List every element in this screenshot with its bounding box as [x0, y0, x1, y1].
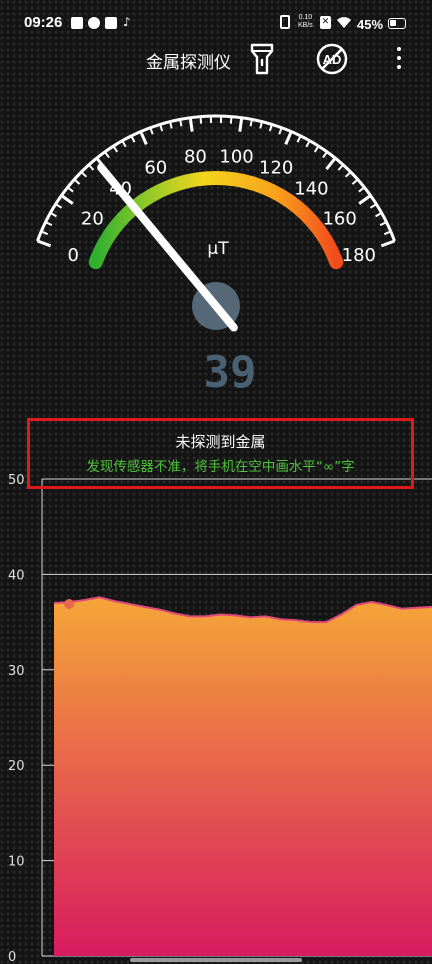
- more-vert-icon[interactable]: [392, 44, 406, 72]
- gauge-minor-tick: [45, 221, 53, 227]
- mail-icon: [105, 17, 117, 29]
- gauge-minor-tick: [268, 124, 273, 132]
- net-speed-value: 0.10: [298, 14, 313, 21]
- gauge-tick-label: 180: [342, 245, 376, 266]
- gauge-minor-tick: [104, 151, 110, 159]
- gallery-icon: [71, 17, 83, 29]
- gauge-major-tick: [60, 194, 74, 205]
- calibration-hint: 发现传感器不准，将手机在空中画水平“∞”字: [86, 459, 355, 475]
- gauge-minor-tick: [369, 203, 377, 209]
- gauge-tick-label: 80: [184, 146, 207, 167]
- gauge-major-tick: [238, 117, 244, 132]
- gauge-minor-tick: [379, 221, 387, 227]
- gauge-minor-tick: [249, 119, 253, 127]
- gauge-minor-tick: [322, 151, 328, 159]
- gauge-minor-tick: [375, 212, 383, 218]
- status-time: 09:26: [24, 14, 63, 31]
- gauge-minor-tick: [49, 212, 57, 218]
- app-title: 金属探测仪: [146, 53, 231, 73]
- gauge-minor-tick: [337, 164, 344, 171]
- gauge-major-tick: [358, 194, 372, 205]
- battery-percent: 45%: [357, 17, 384, 32]
- gauge-minor-tick: [40, 230, 49, 236]
- battery-icon: [388, 18, 406, 29]
- gauge-tick-label: 60: [144, 157, 167, 178]
- gauge-unit: μT: [207, 239, 229, 259]
- detection-status-box: 未探测到金属 发现传感器不准，将手机在空中画水平“∞”字: [27, 418, 414, 489]
- gauge-minor-tick: [358, 186, 365, 193]
- gauge-tick-label: 120: [259, 157, 293, 178]
- chart-y-tick-label: 40: [8, 568, 25, 583]
- gauge-minor-tick: [305, 140, 311, 148]
- flashlight-icon[interactable]: [249, 42, 275, 76]
- gauge-minor-tick: [278, 127, 283, 135]
- gauge-minor-tick: [88, 164, 95, 171]
- metal-gauge: 020406080100120140160180 μT 39: [36, 114, 396, 398]
- gauge-minor-tick: [259, 121, 263, 129]
- gauge-major-tick: [36, 239, 52, 248]
- gauge-tick-label: 20: [81, 209, 104, 230]
- gauge-minor-tick: [169, 121, 173, 129]
- vibrate-icon: [280, 15, 290, 29]
- gauge-minor-tick: [296, 135, 302, 143]
- gauge-minor-tick: [159, 124, 164, 132]
- gauge-minor-tick: [383, 230, 392, 236]
- chart-y-tick-labels: 0 10 20 30 40 50: [8, 473, 25, 964]
- gauge-reading: 39: [204, 347, 257, 398]
- net-speed-unit: KB/s: [298, 22, 313, 29]
- chart-y-tick-label: 0: [8, 950, 16, 964]
- status-bar: 09:26 ♪ 0.10 KB/s ✕ 45%: [0, 0, 432, 44]
- gauge-minor-tick: [199, 116, 203, 124]
- gauge-minor-tick: [130, 135, 136, 143]
- gauge-major-tick: [188, 117, 194, 132]
- chart-y-tick-label: 50: [8, 473, 25, 488]
- battery-fill: [390, 20, 396, 26]
- gauge-minor-tick: [149, 127, 154, 135]
- gauge-minor-tick: [121, 140, 127, 148]
- wifi-icon: [337, 17, 351, 28]
- gauge-tick-label: 160: [322, 209, 356, 230]
- gauge-tick-label: 100: [219, 146, 253, 167]
- gauge-tick-label: 140: [294, 179, 328, 200]
- home-indicator[interactable]: [130, 958, 302, 962]
- chart-y-tick-label: 20: [8, 759, 25, 774]
- detection-status: 未探测到金属: [175, 433, 266, 451]
- gauge-major-tick: [380, 239, 396, 248]
- gauge-minor-tick: [344, 171, 352, 178]
- x-icon: ✕: [320, 16, 331, 29]
- gauge-minor-tick: [73, 178, 81, 185]
- field-chart: 0 10 20 30 40 50: [8, 473, 432, 964]
- chart-area: [54, 597, 432, 956]
- gauge-major-tick: [284, 130, 293, 145]
- chart-y-tick-label: 30: [8, 664, 25, 679]
- gauge-minor-tick: [55, 203, 63, 209]
- app-icon: [88, 17, 100, 29]
- chart-y-tick-label: 10: [8, 855, 25, 870]
- net-speed: 0.10 KB/s: [298, 14, 313, 30]
- chart-marker: [64, 598, 75, 609]
- gauge-tick-label: 0: [67, 245, 78, 266]
- gauge-major-tick: [139, 130, 148, 145]
- gauge-minor-tick: [313, 145, 320, 153]
- gauge-minor-tick: [112, 145, 119, 153]
- gauge-minor-tick: [351, 178, 359, 185]
- gauge-major-tick: [325, 157, 337, 170]
- gauge-minor-tick: [179, 119, 183, 127]
- gauge-minor-tick: [80, 171, 88, 178]
- gauge-minor-tick: [229, 116, 233, 124]
- no-ads-icon[interactable]: AD: [316, 43, 348, 75]
- gauge-minor-tick: [67, 186, 74, 193]
- tiktok-icon: ♪: [123, 15, 131, 29]
